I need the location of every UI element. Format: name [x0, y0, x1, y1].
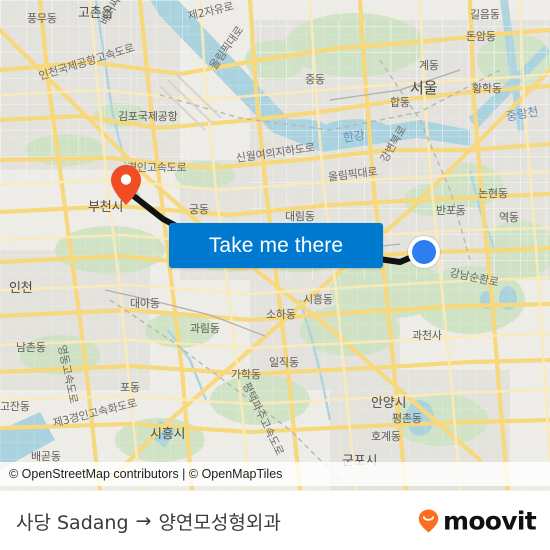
- destination-dot-icon[interactable]: [408, 236, 440, 268]
- map-canvas[interactable]: 풍무동 고촌읍 제2자유로 길음동 돈암동 계동 서울 중동 합동 황학동 중랑천 베커싸나항 인천국제…: [0, 0, 550, 490]
- map-attribution-bar: © OpenStreetMap contributors | © OpenMap…: [0, 462, 550, 486]
- arrow-right-icon: →: [135, 510, 152, 532]
- moovit-logo[interactable]: moovit: [416, 506, 537, 536]
- destination-dot-inner: [412, 240, 436, 264]
- footer-bar: 사당 Sadang → 양연모성형외과 moovit: [0, 490, 550, 550]
- trip-title: 사당 Sadang → 양연모성형외과: [0, 508, 281, 535]
- moovit-wordmark: moovit: [442, 506, 537, 536]
- moovit-pin-icon: [418, 509, 439, 533]
- trip-origin: 사당 Sadang: [16, 511, 129, 534]
- trip-destination: 양연모성형외과: [158, 511, 281, 534]
- app-root: 풍무동 고촌읍 제2자유로 길음동 돈암동 계동 서울 중동 합동 황학동 중랑천 베커싸나항 인천국제…: [0, 0, 550, 550]
- map-attribution-text[interactable]: © OpenStreetMap contributors | © OpenMap…: [0, 467, 282, 481]
- take-me-there-button[interactable]: Take me there: [169, 223, 383, 268]
- origin-pin-icon[interactable]: [111, 165, 141, 205]
